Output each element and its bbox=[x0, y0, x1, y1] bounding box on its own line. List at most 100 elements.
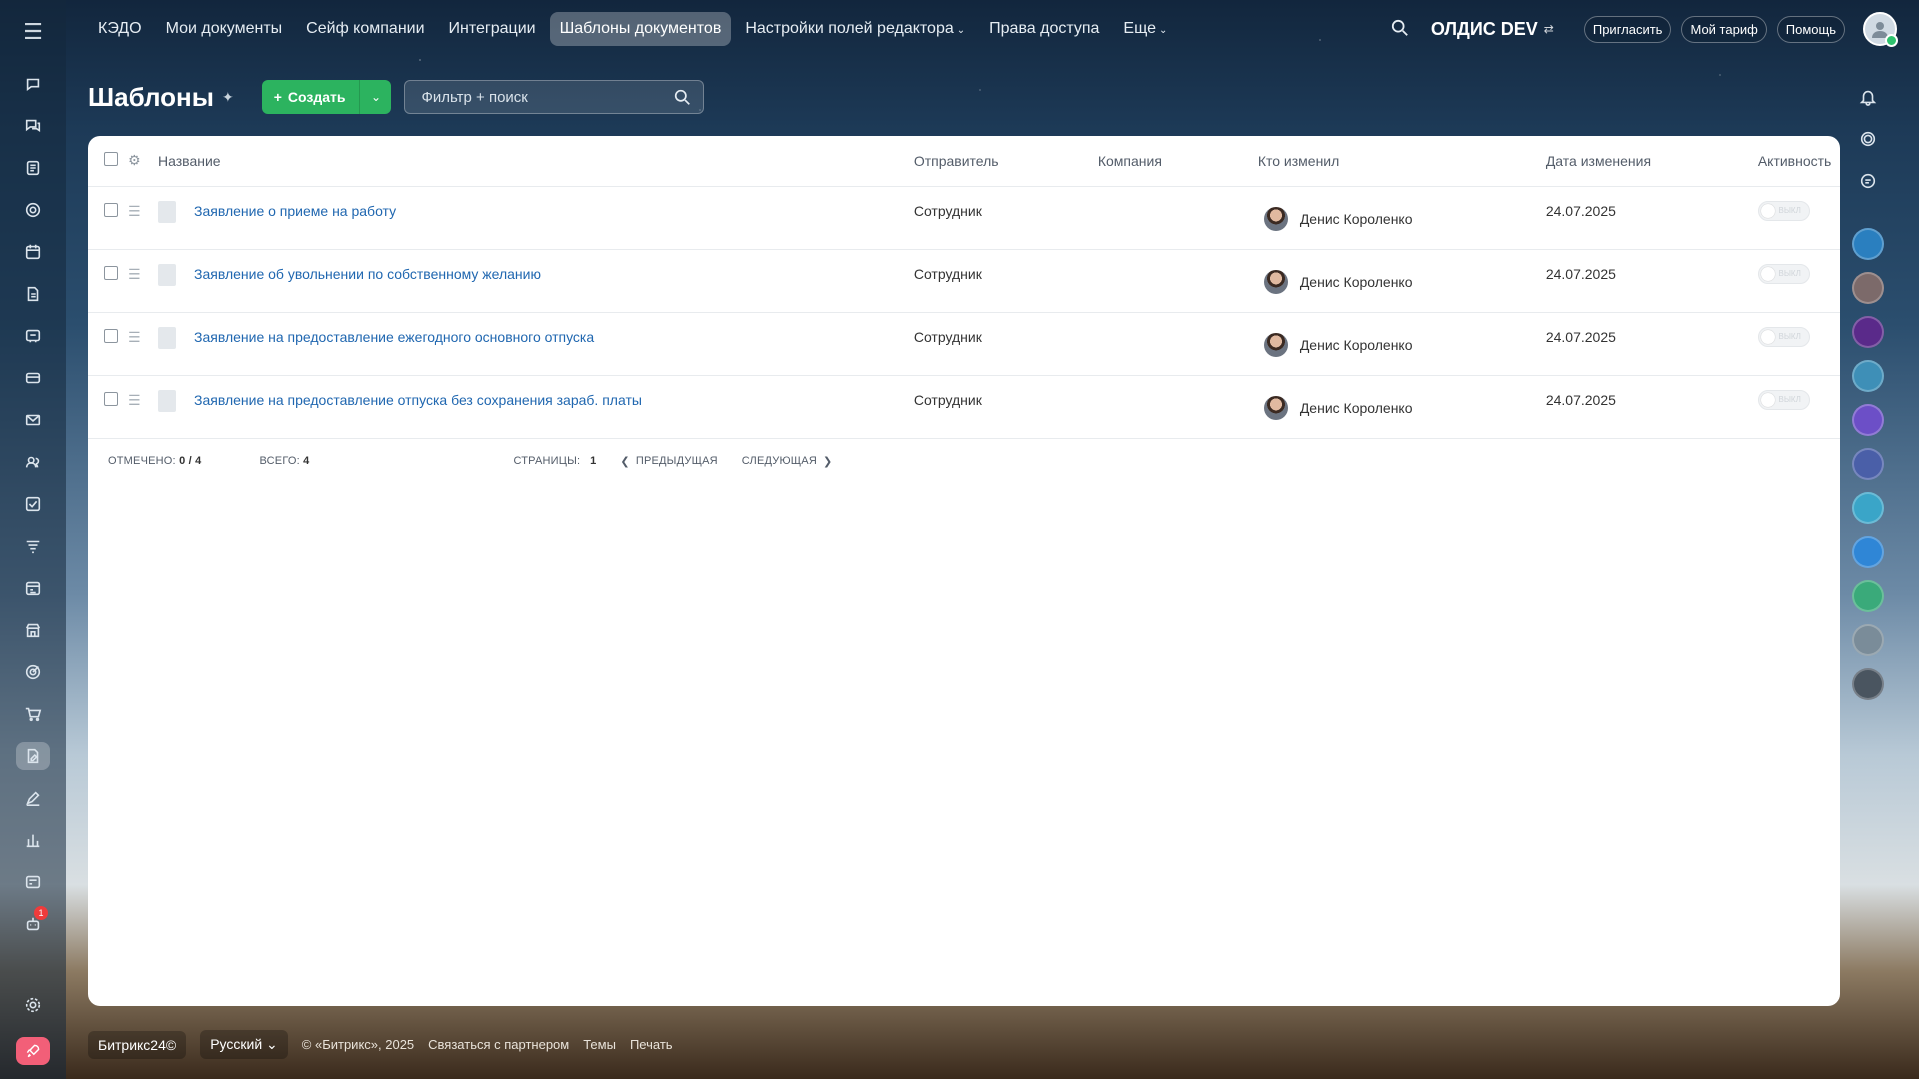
settings-gear-icon[interactable] bbox=[16, 991, 50, 1019]
contact-avatar[interactable] bbox=[1852, 272, 1884, 304]
language-selector[interactable]: Русский ⌄ bbox=[200, 1030, 288, 1059]
user-avatar[interactable] bbox=[1863, 12, 1898, 47]
next-page-link[interactable]: Следующая ❯ bbox=[742, 455, 833, 468]
column-header-activity[interactable]: Активность bbox=[1757, 136, 1840, 187]
tab-access-rights[interactable]: Права доступа bbox=[979, 12, 1109, 46]
modified-by-name[interactable]: Денис Короленко bbox=[1300, 211, 1413, 227]
tab-label: Права доступа bbox=[989, 20, 1100, 37]
contact-avatar[interactable] bbox=[1852, 668, 1884, 700]
activity-toggle[interactable]: ВЫКЛ bbox=[1757, 326, 1810, 347]
bot-avatar[interactable] bbox=[1852, 228, 1884, 260]
activity-toggle[interactable]: ВЫКЛ bbox=[1757, 389, 1810, 410]
bell-icon[interactable] bbox=[1853, 82, 1883, 112]
template-name-link[interactable]: Заявление об увольнении по собственному … bbox=[194, 266, 541, 282]
avatar[interactable] bbox=[1263, 269, 1288, 294]
goals-icon[interactable] bbox=[16, 658, 50, 686]
drag-handle-icon[interactable]: ☰ bbox=[128, 375, 158, 439]
notification-badge: 1 bbox=[34, 906, 48, 920]
company-switcher[interactable]: ОЛДИС DEV ⇄ bbox=[1431, 19, 1554, 40]
invite-button[interactable]: Пригласить bbox=[1583, 15, 1672, 43]
contact-partner-link[interactable]: Связаться с партнером bbox=[428, 1037, 569, 1052]
notes-avatar[interactable] bbox=[1852, 580, 1884, 612]
create-button[interactable]: + Создать bbox=[261, 80, 360, 114]
tab-my-documents[interactable]: Мои документы bbox=[156, 12, 293, 46]
chat-avatar[interactable] bbox=[1852, 492, 1884, 524]
row-checkbox[interactable] bbox=[104, 391, 118, 406]
tab-document-templates[interactable]: Шаблоны документов bbox=[549, 12, 732, 46]
funnel-icon[interactable] bbox=[16, 532, 50, 560]
filter-search-input[interactable]: Фильтр + поиск bbox=[404, 80, 705, 114]
drag-handle-icon[interactable]: ☰ bbox=[128, 186, 158, 250]
feed-icon[interactable] bbox=[16, 154, 50, 182]
column-header-modified-by[interactable]: Кто изменил bbox=[1257, 136, 1546, 187]
mail-icon[interactable] bbox=[16, 406, 50, 434]
avatar[interactable] bbox=[1263, 395, 1288, 420]
prev-page-link[interactable]: ❮ Предыдущая bbox=[620, 455, 717, 468]
drag-handle-icon[interactable]: ☰ bbox=[128, 249, 158, 313]
channel-avatar[interactable] bbox=[1852, 404, 1884, 436]
cashbox-icon[interactable] bbox=[16, 868, 50, 896]
calendar-icon[interactable] bbox=[16, 238, 50, 266]
modified-by-name[interactable]: Денис Короленко bbox=[1300, 400, 1413, 416]
page-footer: Битрикс24© Русский ⌄ © «Битрикс», 2025 С… bbox=[88, 1030, 673, 1059]
template-name-link[interactable]: Заявление о приеме на работу bbox=[194, 203, 396, 219]
activity-toggle[interactable]: ВЫКЛ bbox=[1757, 263, 1810, 284]
tasks-ring-icon[interactable] bbox=[16, 196, 50, 224]
messages-icon[interactable] bbox=[16, 112, 50, 140]
row-checkbox[interactable] bbox=[104, 265, 118, 280]
my-tariff-button[interactable]: Мой тариф bbox=[1681, 15, 1767, 43]
column-header-name[interactable]: Название bbox=[158, 136, 914, 187]
wallet-icon[interactable] bbox=[16, 364, 50, 392]
sign-icon[interactable] bbox=[16, 742, 50, 770]
contact-avatar[interactable] bbox=[1852, 448, 1884, 480]
tab-kedo[interactable]: КЭДО bbox=[88, 12, 152, 46]
template-name-link[interactable]: Заявление на предоставление ежегодного о… bbox=[194, 329, 594, 345]
shop-icon[interactable] bbox=[16, 700, 50, 728]
row-checkbox[interactable] bbox=[104, 328, 118, 343]
docs-icon[interactable] bbox=[16, 280, 50, 308]
search-icon[interactable] bbox=[674, 89, 691, 106]
contact-avatar[interactable] bbox=[1852, 360, 1884, 392]
menu-burger-icon[interactable]: ☰ bbox=[17, 18, 49, 46]
chat-icon[interactable] bbox=[16, 70, 50, 98]
search-icon[interactable] bbox=[1391, 19, 1409, 40]
create-dropdown-button[interactable]: ⌄ bbox=[359, 80, 392, 114]
page-number[interactable]: 1 bbox=[590, 455, 596, 467]
gear-icon[interactable]: ⚙ bbox=[128, 152, 141, 168]
column-header-company[interactable]: Компания bbox=[1097, 136, 1258, 187]
copilot-icon[interactable] bbox=[1853, 124, 1883, 154]
template-name-link[interactable]: Заявление на предоставление отпуска без … bbox=[194, 392, 642, 408]
print-link[interactable]: Печать bbox=[630, 1037, 673, 1052]
help-button[interactable]: Помощь bbox=[1776, 15, 1845, 43]
tab-more[interactable]: Еще ⌄ bbox=[1113, 12, 1177, 46]
avatar[interactable] bbox=[1263, 206, 1288, 231]
modified-by-name[interactable]: Денис Короленко bbox=[1300, 337, 1413, 353]
robot-icon[interactable]: 1 bbox=[16, 906, 50, 938]
column-header-date[interactable]: Дата изменения bbox=[1545, 136, 1758, 187]
select-all-checkbox[interactable] bbox=[104, 152, 118, 167]
pin-icon[interactable]: ✦ bbox=[222, 89, 234, 106]
activity-toggle[interactable]: ВЫКЛ bbox=[1757, 200, 1810, 221]
store-icon[interactable] bbox=[16, 616, 50, 644]
drag-handle-icon[interactable]: ☰ bbox=[128, 312, 158, 376]
tab-integrations[interactable]: Интеграции bbox=[439, 12, 546, 46]
contact-avatar[interactable] bbox=[1852, 624, 1884, 656]
rocket-icon[interactable] bbox=[16, 1037, 50, 1065]
modified-by-name[interactable]: Денис Короленко bbox=[1300, 274, 1413, 290]
avatar[interactable] bbox=[1263, 332, 1288, 357]
search-chat-icon[interactable] bbox=[1853, 166, 1883, 196]
themes-link[interactable]: Темы bbox=[583, 1037, 616, 1052]
crm-icon[interactable] bbox=[16, 322, 50, 350]
contacts-icon[interactable] bbox=[16, 448, 50, 476]
tab-editor-field-settings[interactable]: Настройки полей редактора ⌄ bbox=[735, 12, 975, 46]
projects-icon[interactable] bbox=[16, 574, 50, 602]
brand-button[interactable]: Битрикс24© bbox=[88, 1030, 187, 1059]
tab-company-safe[interactable]: Сейф компании bbox=[296, 12, 434, 46]
row-checkbox[interactable] bbox=[104, 202, 118, 217]
pen-icon[interactable] bbox=[16, 784, 50, 812]
checklist-icon[interactable] bbox=[16, 490, 50, 518]
analytics-icon[interactable] bbox=[16, 826, 50, 854]
bookmark-avatar[interactable] bbox=[1852, 536, 1884, 568]
column-header-sender[interactable]: Отправитель bbox=[913, 136, 1098, 187]
contact-avatar[interactable] bbox=[1852, 316, 1884, 348]
